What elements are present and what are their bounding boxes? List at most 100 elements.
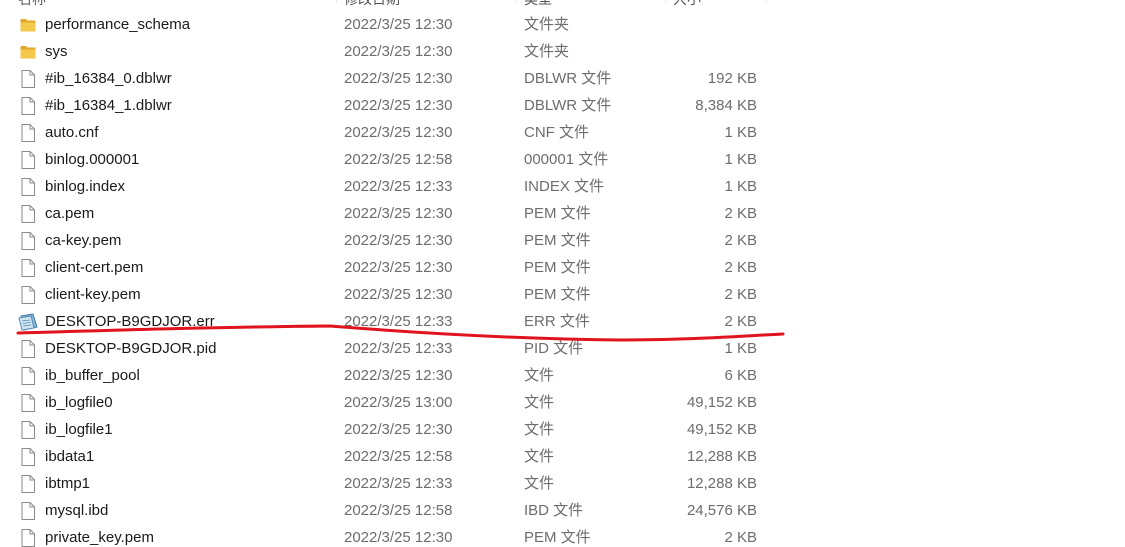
file-modified-date: 2022/3/25 12:30 [344,367,453,384]
file-modified-date: 2022/3/25 12:30 [344,70,453,87]
file-row[interactable]: performance_schema 2022/3/25 12:30 文件夹 [0,11,770,38]
file-type: ERR 文件 [524,313,590,330]
file-name: client-key.pem [45,286,141,303]
column-divider[interactable] [336,0,337,2]
file-icon [18,65,38,92]
file-icon [18,146,38,173]
file-modified-date: 2022/3/25 12:30 [344,286,453,303]
file-size: 12,288 KB [686,475,757,492]
file-row[interactable]: ca.pem 2022/3/25 12:30 PEM 文件 2 KB [0,200,770,227]
file-modified-date: 2022/3/25 12:33 [344,340,453,357]
file-row[interactable]: sys 2022/3/25 12:30 文件夹 [0,38,770,65]
file-row[interactable]: client-key.pem 2022/3/25 12:30 PEM 文件 2 KB [0,281,770,308]
file-row[interactable]: #ib_16384_0.dblwr 2022/3/25 12:30 DBLWR 文件… [0,65,770,92]
file-name: binlog.000001 [45,151,140,168]
file-name: ca-key.pem [45,232,122,249]
file-size: 12,288 KB [686,448,757,465]
column-header-date[interactable]: 修改日期 [344,0,424,10]
file-row[interactable]: ib_logfile0 2022/3/25 13:00 文件 49,152 KB [0,389,770,416]
file-list: performance_schema 2022/3/25 12:30 文件夹 sys 2… [0,11,770,547]
file-size: 2 KB [724,313,757,330]
file-row[interactable]: private_key.pem 2022/3/25 12:30 PEM 文件 2 KB [0,524,770,547]
column-divider[interactable] [766,0,767,2]
file-name: sys [45,43,68,60]
file-size: 2 KB [724,205,757,222]
file-type: 文件 [524,421,555,438]
folder-icon [18,38,38,65]
file-modified-date: 2022/3/25 12:30 [344,43,453,60]
file-size: 2 KB [724,286,757,303]
file-size [620,38,757,65]
file-modified-date: 2022/3/25 12:30 [344,529,453,546]
file-type: DBLWR 文件 [524,97,612,114]
file-type: 文件 [524,475,555,492]
column-header-size[interactable]: 大小 [673,0,733,10]
log-file-icon [18,308,38,335]
file-type: PID 文件 [524,340,584,357]
file-type: INDEX 文件 [524,178,605,195]
column-divider[interactable] [516,0,517,2]
file-explorer: 名称 修改日期 类型 大小 performance_schema 2022/3/2… [0,0,1125,547]
file-name: DESKTOP-B9GDJOR.err [45,313,215,330]
file-size: 2 KB [724,529,757,546]
file-name: mysql.ibd [45,502,109,519]
file-type: PEM 文件 [524,205,591,222]
file-size: 1 KB [724,151,757,168]
file-type: PEM 文件 [524,259,591,276]
file-type: 文件 [524,367,555,384]
file-name: ib_buffer_pool [45,367,140,384]
file-name: client-cert.pem [45,259,144,276]
column-header-type[interactable]: 类型 [524,0,584,10]
file-row[interactable]: ib_logfile1 2022/3/25 12:30 文件 49,152 KB [0,416,770,443]
file-size: 1 KB [724,340,757,357]
file-icon [18,335,38,362]
column-header-name[interactable]: 名称 [18,0,78,10]
file-modified-date: 2022/3/25 12:30 [344,97,453,114]
file-row[interactable]: DESKTOP-B9GDJOR.err 2022/3/25 12:33 ERR 文件… [0,308,770,335]
file-modified-date: 2022/3/25 12:33 [344,178,453,195]
file-modified-date: 2022/3/25 12:30 [344,232,453,249]
file-name: DESKTOP-B9GDJOR.pid [45,340,217,357]
file-modified-date: 2022/3/25 12:58 [344,151,453,168]
file-icon [18,281,38,308]
file-row[interactable]: #ib_16384_1.dblwr 2022/3/25 12:30 DBLWR 文件… [0,92,770,119]
file-icon [18,416,38,443]
file-row[interactable]: binlog.index 2022/3/25 12:33 INDEX 文件 1 KB [0,173,770,200]
file-icon [18,470,38,497]
file-icon [18,524,38,547]
file-size: 2 KB [724,259,757,276]
file-row[interactable]: auto.cnf 2022/3/25 12:30 CNF 文件 1 KB [0,119,770,146]
file-icon [18,200,38,227]
file-name: #ib_16384_0.dblwr [45,70,172,87]
file-row[interactable]: mysql.ibd 2022/3/25 12:58 IBD 文件 24,576 KB [0,497,770,524]
file-size: 2 KB [724,232,757,249]
file-modified-date: 2022/3/25 12:30 [344,421,453,438]
folder-icon [18,11,38,38]
file-name: ibtmp1 [45,475,91,492]
file-row[interactable]: ibtmp1 2022/3/25 12:33 文件 12,288 KB [0,470,770,497]
file-name: private_key.pem [45,529,154,546]
file-type: PEM 文件 [524,286,591,303]
file-type: PEM 文件 [524,232,591,249]
file-size [620,11,757,38]
file-icon [18,254,38,281]
file-row[interactable]: ibdata1 2022/3/25 12:58 文件 12,288 KB [0,443,770,470]
file-row[interactable]: DESKTOP-B9GDJOR.pid 2022/3/25 12:33 PID 文件… [0,335,770,362]
file-modified-date: 2022/3/25 13:00 [344,394,453,411]
file-row[interactable]: client-cert.pem 2022/3/25 12:30 PEM 文件 2 KB [0,254,770,281]
file-icon [18,362,38,389]
file-type: IBD 文件 [524,502,584,519]
file-icon [18,389,38,416]
file-row[interactable]: ca-key.pem 2022/3/25 12:30 PEM 文件 2 KB [0,227,770,254]
file-size: 49,152 KB [686,394,757,411]
column-divider[interactable] [665,0,666,2]
file-type: 文件 [524,394,555,411]
file-name: #ib_16384_1.dblwr [45,97,172,114]
file-icon [18,497,38,524]
file-row[interactable]: ib_buffer_pool 2022/3/25 12:30 文件 6 KB [0,362,770,389]
column-header-row: 名称 修改日期 类型 大小 [0,0,770,10]
file-row[interactable]: binlog.000001 2022/3/25 12:58 000001 文件 1 K… [0,146,770,173]
file-size: 8,384 KB [695,97,757,114]
file-name: binlog.index [45,178,126,195]
file-modified-date: 2022/3/25 12:30 [344,16,453,33]
